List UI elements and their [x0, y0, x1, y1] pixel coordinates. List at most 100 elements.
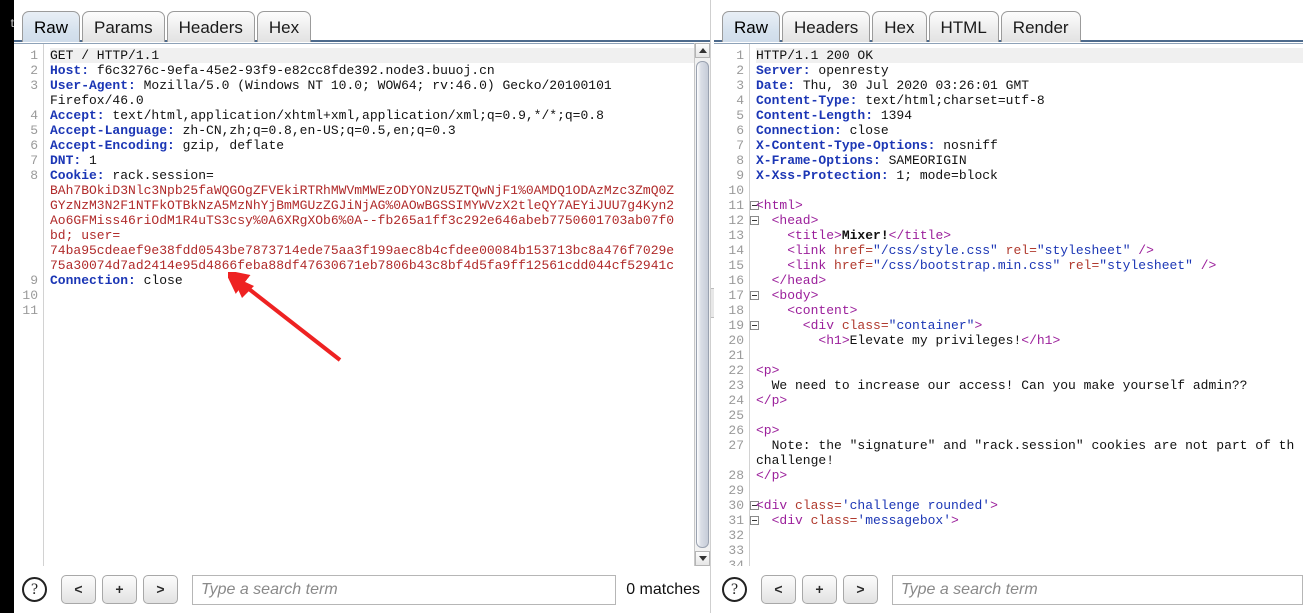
- code-token: "stylesheet": [1036, 243, 1131, 258]
- line-number: 10: [728, 183, 744, 198]
- code-token: <head>: [756, 213, 819, 228]
- code-token: <p>: [756, 363, 780, 378]
- code-line: <content>: [756, 303, 1303, 318]
- search-prev-button[interactable]: <: [761, 575, 796, 604]
- line-number: 21: [728, 348, 744, 363]
- help-icon[interactable]: ?: [22, 577, 47, 602]
- line-number: 2: [736, 63, 744, 78]
- code-token: 'challenge rounded': [841, 498, 991, 513]
- match-count-label: 0 matches: [626, 580, 700, 598]
- tab-headers-request[interactable]: Headers: [166, 11, 255, 42]
- code-line: <link href="/css/bootstrap.min.css" rel=…: [756, 258, 1303, 273]
- code-line: Note: the "signature" and "rack.session"…: [756, 438, 1303, 453]
- search-add-button[interactable]: +: [102, 575, 137, 604]
- left-edge-sliver: t: [0, 0, 14, 613]
- code-line: <title>Mixer!</title>: [756, 228, 1303, 243]
- tab-raw-request[interactable]: Raw: [22, 11, 81, 42]
- response-line-numbers: 1 2 3 4 5 6 7 8 9 10 11 12 13 14 15 16 17 18 19 20 21 22 23 24 2…: [714, 44, 759, 573]
- code-line: BAh7BOkiD3Nlc3Npb25faWQGOgZFVEkiRTRhMWVm…: [50, 183, 710, 198]
- code-line: Firefox/46.0: [50, 93, 710, 108]
- code-line: Ao6GFMiss46riOdM1R4uTS3csy%0A6XRgXOb6%0A…: [50, 213, 710, 228]
- code-line: </p>: [756, 468, 1303, 483]
- code-line: 74ba95cdeaef9e38fdd0543be7873714ede75aa3…: [50, 243, 710, 258]
- code-line: User-Agent: Mozilla/5.0 (Windows NT 10.0…: [50, 78, 710, 93]
- code-token: Server:: [756, 63, 811, 78]
- line-number: 25: [728, 408, 744, 423]
- code-token: nosniff: [935, 138, 998, 153]
- code-token: Mozilla/5.0 (Windows NT 10.0; WOW64; rv:…: [135, 78, 612, 93]
- code-line: Connection: close: [756, 123, 1303, 138]
- code-token: Thu, 30 Jul 2020 03:26:01 GMT: [795, 78, 1030, 93]
- tab-html-response[interactable]: HTML: [928, 11, 999, 42]
- code-token: zh-CN,zh;q=0.8,en-US;q=0.5,en;q=0.3: [174, 123, 456, 138]
- scrollbar-thumb[interactable]: [696, 61, 709, 548]
- line-number: [14, 228, 43, 243]
- tab-headers-response[interactable]: Headers: [782, 11, 871, 42]
- code-line: Content-Length: 1394: [756, 108, 1303, 123]
- burp-repeater-window: t Raw Params Headers Hex 1 2 3 4 5 6 7 8 9 10 11 GET …: [0, 0, 1303, 613]
- code-token: />: [1130, 243, 1154, 258]
- code-line: Accept: text/html,application/xhtml+xml,…: [50, 108, 710, 123]
- code-token: >: [974, 318, 983, 333]
- line-number: [14, 198, 43, 213]
- help-icon[interactable]: ?: [722, 577, 747, 602]
- request-vertical-scrollbar[interactable]: [694, 43, 710, 566]
- line-number: 31: [714, 513, 759, 528]
- code-line: <head>: [756, 213, 1303, 228]
- scroll-up-button[interactable]: [695, 43, 710, 58]
- tab-params-request[interactable]: Params: [82, 11, 165, 42]
- code-token: href=: [834, 243, 874, 258]
- line-number: 8: [30, 168, 38, 183]
- search-next-button[interactable]: >: [143, 575, 178, 604]
- code-token: X-Content-Type-Options:: [756, 138, 936, 153]
- tab-hex-response[interactable]: Hex: [872, 11, 927, 42]
- code-token: <div: [756, 498, 796, 513]
- code-token: rel=: [997, 243, 1037, 258]
- search-prev-button[interactable]: <: [61, 575, 96, 604]
- code-token: <title>: [756, 228, 842, 243]
- line-number: 5: [736, 108, 744, 123]
- tab-raw-response[interactable]: Raw: [722, 11, 781, 42]
- code-token: Firefox/46.0: [50, 93, 144, 108]
- code-token: gzip, deflate: [174, 138, 285, 153]
- line-number: 7: [736, 138, 744, 153]
- line-number: 9: [30, 273, 38, 288]
- code-token: rel=: [1060, 258, 1100, 273]
- line-number: 11: [714, 198, 759, 213]
- search-input[interactable]: Type a search term: [892, 574, 1303, 605]
- line-number: [14, 213, 43, 228]
- request-tabstrip: Raw Params Headers Hex: [14, 0, 710, 42]
- line-number: 15: [728, 258, 744, 273]
- response-editor[interactable]: 1 2 3 4 5 6 7 8 9 10 11 12 13 14 15 16 17 18 19 20 21 22 23 24 2…: [714, 43, 1303, 573]
- line-number: [14, 183, 43, 198]
- code-token: close: [841, 123, 889, 138]
- request-editor[interactable]: 1 2 3 4 5 6 7 8 9 10 11 GET / HTTP/1.1 Host: f6c327…: [14, 43, 710, 566]
- scroll-down-button[interactable]: [695, 551, 710, 566]
- tab-render-response[interactable]: Render: [1000, 11, 1081, 42]
- line-number: 20: [728, 333, 744, 348]
- code-token: <link: [756, 258, 835, 273]
- code-line: <div class='challenge rounded'>: [756, 498, 1303, 513]
- code-token: close: [135, 273, 183, 288]
- chevron-up-icon: [699, 48, 707, 53]
- code-token: class=: [810, 513, 858, 528]
- code-token: </p>: [756, 468, 788, 483]
- code-line: <html>: [756, 198, 1303, 213]
- code-token: 'messagebox': [857, 513, 952, 528]
- response-raw-text[interactable]: HTTP/1.1 200 OK Server: openresty Date: Th…: [750, 44, 1303, 566]
- request-raw-text[interactable]: GET / HTTP/1.1 Host: f6c3276c-9efa-45e2-9…: [44, 44, 710, 566]
- code-token: "/css/bootstrap.min.css": [873, 258, 1061, 273]
- search-next-button[interactable]: >: [843, 575, 878, 604]
- tab-hex-request[interactable]: Hex: [256, 11, 312, 42]
- code-token: <body>: [756, 288, 819, 303]
- search-input[interactable]: Type a search term: [192, 574, 617, 605]
- search-add-button[interactable]: +: [802, 575, 837, 604]
- code-token: "/css/style.css": [873, 243, 998, 258]
